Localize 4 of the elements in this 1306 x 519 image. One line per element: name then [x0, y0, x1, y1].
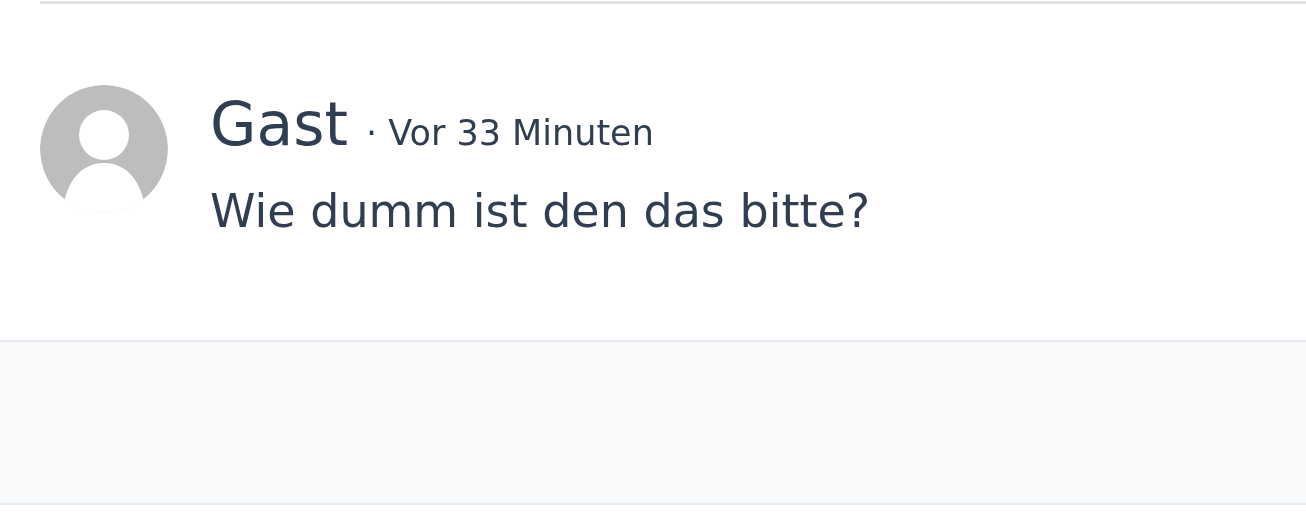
author-name: Gast — [210, 89, 349, 159]
comment-text: Wie dumm ist den das bitte? — [210, 183, 871, 240]
comment-time: · Vor 33 Minuten — [366, 113, 654, 153]
avatar-icon — [40, 85, 168, 213]
